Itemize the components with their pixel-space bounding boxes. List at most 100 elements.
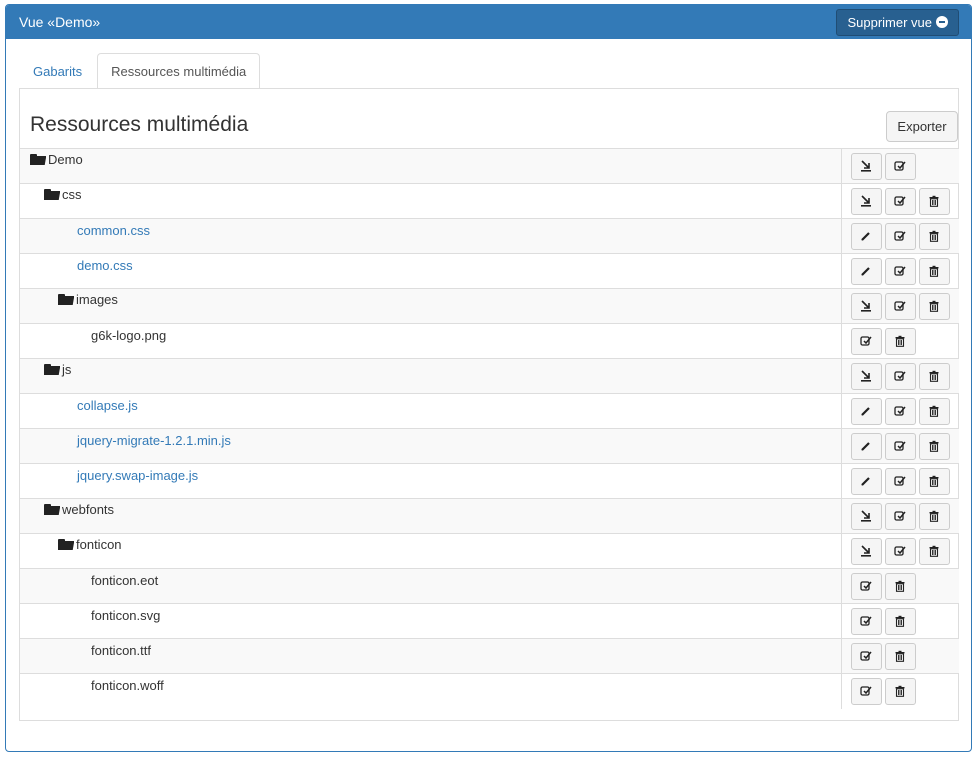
- edit-button[interactable]: [850, 222, 882, 250]
- tree-actions-cell: [840, 428, 959, 464]
- delete-button[interactable]: [918, 222, 950, 250]
- rename-button[interactable]: [884, 397, 916, 425]
- delete-button[interactable]: [918, 362, 950, 390]
- tree-item: fonticon.svg: [20, 608, 160, 623]
- file-name[interactable]: collapse.js: [77, 398, 138, 413]
- tree-item[interactable]: demo.css: [20, 258, 133, 273]
- rename-button[interactable]: [884, 187, 916, 215]
- rename-button[interactable]: [884, 152, 916, 180]
- folder-name: js: [62, 362, 72, 377]
- rename-button[interactable]: [850, 327, 882, 355]
- rename-button[interactable]: [884, 222, 916, 250]
- tab-media-resources[interactable]: Ressources multimédia: [97, 53, 261, 89]
- download-icon: [860, 300, 872, 312]
- folder-name: css: [62, 187, 82, 202]
- delete-button[interactable]: [884, 607, 916, 635]
- tree-actions-cell: [840, 533, 959, 569]
- rename-button[interactable]: [884, 467, 916, 495]
- delete-button[interactable]: [884, 572, 916, 600]
- tree-item[interactable]: jquery.swap-image.js: [20, 468, 198, 483]
- trash-icon: [928, 265, 940, 277]
- delete-button[interactable]: [884, 677, 916, 705]
- tree-item[interactable]: images: [20, 292, 118, 307]
- folder-open-icon: [44, 189, 62, 200]
- rename-icon: [860, 615, 872, 627]
- download-button[interactable]: [850, 187, 882, 215]
- tree-name-cell: fonticon.ttf: [20, 638, 841, 674]
- delete-button[interactable]: [918, 257, 950, 285]
- trash-icon: [928, 195, 940, 207]
- edit-button[interactable]: [850, 467, 882, 495]
- folder-name: webfonts: [62, 502, 115, 517]
- tree-item[interactable]: fonticon: [20, 537, 122, 552]
- tree-row: fonticon.ttf: [20, 638, 959, 674]
- edit-button[interactable]: [850, 257, 882, 285]
- rename-button[interactable]: [884, 432, 916, 460]
- tree-actions-cell: [840, 253, 959, 289]
- rename-icon: [894, 475, 906, 487]
- delete-button[interactable]: [884, 327, 916, 355]
- file-name[interactable]: common.css: [77, 223, 150, 238]
- delete-button[interactable]: [918, 187, 950, 215]
- delete-button[interactable]: [918, 467, 950, 495]
- tree-row: fonticon.svg: [20, 603, 959, 639]
- delete-button[interactable]: [918, 537, 950, 565]
- folder-open-icon: [44, 364, 62, 375]
- tree-name-cell: fonticon: [20, 533, 841, 569]
- rename-button[interactable]: [850, 677, 882, 705]
- rename-icon: [894, 545, 906, 557]
- tree-item[interactable]: Demo: [20, 152, 83, 167]
- tree-row: jquery-migrate-1.2.1.min.js: [20, 428, 959, 464]
- rename-button[interactable]: [884, 502, 916, 530]
- tree-actions-cell: [840, 673, 959, 709]
- download-button[interactable]: [850, 292, 882, 320]
- rename-button[interactable]: [884, 292, 916, 320]
- export-button[interactable]: Exporter: [886, 111, 958, 142]
- tree-item: fonticon.ttf: [20, 643, 151, 658]
- file-name: fonticon.svg: [91, 607, 161, 623]
- tree-item[interactable]: css: [20, 187, 82, 202]
- tree-name-cell: css: [20, 183, 841, 219]
- rename-button[interactable]: [884, 362, 916, 390]
- delete-button[interactable]: [918, 502, 950, 530]
- tree-name-cell: js: [20, 358, 841, 394]
- delete-view-button[interactable]: Supprimer vue: [836, 8, 959, 36]
- rename-button[interactable]: [884, 537, 916, 565]
- rename-button[interactable]: [850, 572, 882, 600]
- download-button[interactable]: [850, 537, 882, 565]
- tree-item[interactable]: webfonts: [20, 502, 114, 517]
- download-button[interactable]: [850, 502, 882, 530]
- tab-templates[interactable]: Gabarits: [20, 54, 95, 89]
- edit-button[interactable]: [850, 432, 882, 460]
- tree-actions-cell: [840, 358, 959, 394]
- tree-row: css: [20, 183, 959, 219]
- folder-open-icon: [44, 504, 62, 515]
- file-name: fonticon.woff: [91, 677, 164, 693]
- tree-row: common.css: [20, 218, 959, 254]
- delete-button[interactable]: [918, 432, 950, 460]
- tree-name-cell: collapse.js: [20, 393, 841, 429]
- delete-button[interactable]: [918, 397, 950, 425]
- rename-button[interactable]: [850, 642, 882, 670]
- download-icon: [860, 370, 872, 382]
- delete-button[interactable]: [884, 642, 916, 670]
- edit-button[interactable]: [850, 397, 882, 425]
- download-button[interactable]: [850, 152, 882, 180]
- tree-item[interactable]: collapse.js: [20, 398, 138, 413]
- rename-icon: [860, 580, 872, 592]
- tree-item[interactable]: common.css: [20, 223, 150, 238]
- tree-item[interactable]: js: [20, 362, 71, 377]
- view-title: Vue «Demo»: [19, 14, 101, 30]
- rename-button[interactable]: [850, 607, 882, 635]
- minus-circle-icon: [936, 16, 948, 28]
- tree-actions-cell: [840, 393, 959, 429]
- download-button[interactable]: [850, 362, 882, 390]
- tree-name-cell: Demo: [20, 148, 841, 184]
- file-name[interactable]: jquery-migrate-1.2.1.min.js: [77, 433, 231, 448]
- rename-icon: [860, 650, 872, 662]
- tree-item[interactable]: jquery-migrate-1.2.1.min.js: [20, 433, 231, 448]
- rename-button[interactable]: [884, 257, 916, 285]
- delete-button[interactable]: [918, 292, 950, 320]
- file-name[interactable]: jquery.swap-image.js: [77, 468, 198, 483]
- file-name[interactable]: demo.css: [77, 258, 133, 273]
